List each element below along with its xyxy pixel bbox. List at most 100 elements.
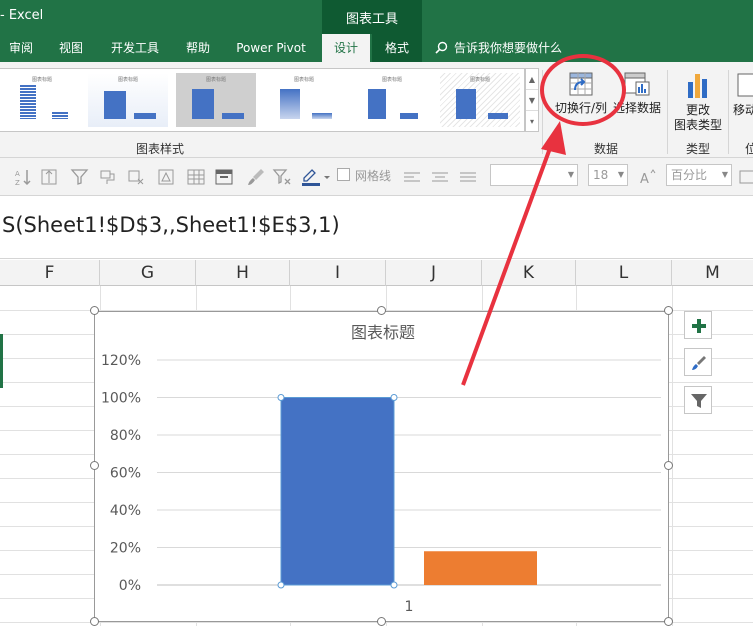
tell-me-label: 告诉我你想要做什么 bbox=[454, 41, 563, 55]
change-chart-type-button[interactable]: 更改 图表类型 bbox=[671, 70, 725, 133]
gallery-scrollbar[interactable]: ▲ ▼ ▾ bbox=[525, 68, 539, 132]
move-chart-label: 移动 bbox=[733, 103, 753, 117]
chart-styles-button[interactable] bbox=[684, 348, 712, 376]
move-chart-icon bbox=[737, 73, 753, 97]
tab-view[interactable]: 视图 bbox=[48, 34, 94, 62]
tab-help[interactable]: 帮助 bbox=[176, 34, 220, 62]
chart-resize-handle[interactable] bbox=[664, 306, 673, 315]
svg-text:Z: Z bbox=[15, 179, 20, 187]
table-icon[interactable] bbox=[186, 167, 206, 187]
plus-icon bbox=[692, 319, 706, 333]
brush-icon bbox=[692, 356, 706, 370]
chevron-down-icon: ▼ bbox=[721, 170, 728, 179]
font-size-value: 18 bbox=[593, 168, 609, 182]
y-tick-label: 40% bbox=[110, 503, 141, 519]
move-chart-button[interactable]: 移动 bbox=[733, 70, 753, 118]
paint-icon[interactable] bbox=[98, 167, 118, 187]
font-size-combo[interactable]: 18 ▼ bbox=[588, 164, 628, 186]
layout-icon[interactable] bbox=[214, 167, 234, 187]
chart-resize-handle[interactable] bbox=[377, 617, 386, 626]
chevron-down-icon: ▼ bbox=[567, 170, 574, 179]
change-chart-type-icon bbox=[688, 74, 707, 98]
tab-power-pivot[interactable]: Power Pivot bbox=[228, 34, 314, 62]
increase-font-icon[interactable]: A bbox=[638, 167, 658, 187]
column-header-h[interactable]: H bbox=[196, 260, 290, 286]
column-header-k[interactable]: K bbox=[482, 260, 576, 286]
svg-text:A: A bbox=[640, 172, 649, 187]
chart-style-thumb-2[interactable]: 图表标题 bbox=[88, 73, 168, 127]
y-tick-label: 20% bbox=[110, 541, 141, 557]
filter-icon[interactable] bbox=[70, 167, 90, 187]
insert-shape-icon[interactable] bbox=[156, 167, 176, 187]
x-tick-label: 1 bbox=[405, 599, 414, 615]
chart-style-thumb-5[interactable]: 图表标题 bbox=[352, 73, 432, 127]
bar-selection-handle[interactable] bbox=[390, 581, 398, 589]
sort-custom-icon[interactable] bbox=[40, 167, 60, 187]
title-bar: - Excel 图表工具 bbox=[0, 0, 753, 34]
gallery-down-arrow-icon[interactable]: ▼ bbox=[526, 90, 538, 111]
type-group-label: 类型 bbox=[686, 142, 711, 156]
chart-style-thumb-6[interactable]: 图表标题 bbox=[440, 73, 520, 127]
column-header-g[interactable]: G bbox=[100, 260, 196, 286]
column-chart[interactable]: 图表标题 0% 20% 40% 60% 80% 100% 120% 1 bbox=[95, 312, 670, 623]
bar-selection-handle[interactable] bbox=[390, 394, 398, 401]
select-data-icon bbox=[624, 72, 650, 96]
column-header-f[interactable]: F bbox=[0, 260, 100, 286]
search-icon bbox=[435, 41, 448, 54]
chart-resize-handle[interactable] bbox=[90, 461, 99, 470]
bar-selection-handle[interactable] bbox=[277, 581, 285, 589]
location-group-label: 位 bbox=[745, 142, 753, 156]
ribbon-tab-bar: 审阅 视图 开发工具 帮助 Power Pivot 设计 格式 告诉我你想要做什… bbox=[0, 34, 753, 62]
group-separator bbox=[667, 70, 668, 154]
column-header-i[interactable]: I bbox=[290, 260, 386, 286]
bar-series-1[interactable] bbox=[280, 397, 395, 586]
formula-bar[interactable]: S(Sheet1!$D$3,,Sheet1!$E$3,1) bbox=[0, 197, 753, 259]
gridlines-label: 网格线 bbox=[355, 169, 392, 183]
chart-resize-handle[interactable] bbox=[90, 617, 99, 626]
tab-design[interactable]: 设计 bbox=[322, 34, 370, 62]
gallery-more-icon[interactable]: ▾ bbox=[526, 111, 538, 132]
highlight-circle bbox=[540, 54, 626, 126]
percent-style-icon[interactable] bbox=[738, 167, 753, 187]
change-chart-type-label-2: 图表类型 bbox=[673, 118, 722, 132]
number-format-combo[interactable]: 百分比 ▼ bbox=[666, 164, 732, 186]
clear-filter-icon[interactable] bbox=[272, 167, 292, 187]
column-header-j[interactable]: J bbox=[386, 260, 482, 286]
group-separator bbox=[728, 70, 729, 154]
bar-selection-handle[interactable] bbox=[277, 394, 285, 401]
chart-resize-handle[interactable] bbox=[664, 617, 673, 626]
tab-review[interactable]: 审阅 bbox=[0, 34, 42, 62]
y-tick-label: 0% bbox=[119, 578, 141, 594]
tell-me-search[interactable]: 告诉我你想要做什么 bbox=[435, 34, 562, 62]
gridlines-checkbox[interactable] bbox=[337, 168, 350, 181]
tab-developer[interactable]: 开发工具 bbox=[100, 34, 170, 62]
svg-text:A: A bbox=[15, 170, 20, 178]
brush-icon[interactable] bbox=[246, 167, 266, 187]
chart-style-thumb-3[interactable]: 图表标题 bbox=[176, 73, 256, 127]
bar-series-2[interactable] bbox=[424, 551, 537, 585]
chart-elements-button[interactable] bbox=[684, 311, 712, 339]
align-right-icon[interactable] bbox=[458, 167, 478, 187]
align-center-icon[interactable] bbox=[430, 167, 450, 187]
sort-icon[interactable]: AZ bbox=[14, 167, 34, 187]
tab-format[interactable]: 格式 bbox=[372, 34, 422, 62]
chart-title[interactable]: 图表标题 bbox=[351, 323, 415, 342]
chart-resize-handle[interactable] bbox=[90, 306, 99, 315]
column-header-m[interactable]: M bbox=[672, 260, 753, 286]
clear-format-icon[interactable] bbox=[126, 167, 146, 187]
chart-style-thumb-1[interactable]: 图表标题 bbox=[2, 73, 82, 127]
column-header-l[interactable]: L bbox=[576, 260, 672, 286]
chart-area[interactable]: 图表标题 0% 20% 40% 60% 80% 100% 120% 1 bbox=[94, 311, 669, 622]
chart-filters-button[interactable] bbox=[684, 386, 712, 414]
font-name-combo[interactable]: ▼ bbox=[490, 164, 578, 186]
ribbon: 图表标题 图表标题 图表标题 图表标题 图表标题 图表标题 ▲ ▼ ▾ 图表样式… bbox=[0, 62, 753, 158]
chart-style-thumb-4[interactable]: 图表标题 bbox=[264, 73, 344, 127]
gallery-up-arrow-icon[interactable]: ▲ bbox=[526, 69, 538, 90]
pen-color-icon[interactable] bbox=[300, 167, 334, 187]
chart-resize-handle[interactable] bbox=[377, 306, 386, 315]
chart-styles-group-label: 图表样式 bbox=[136, 142, 185, 156]
chart-resize-handle[interactable] bbox=[664, 461, 673, 470]
align-left-icon[interactable] bbox=[402, 167, 422, 187]
column-headers: F G H I J K L M bbox=[0, 260, 753, 286]
active-cell-marker bbox=[0, 334, 3, 388]
